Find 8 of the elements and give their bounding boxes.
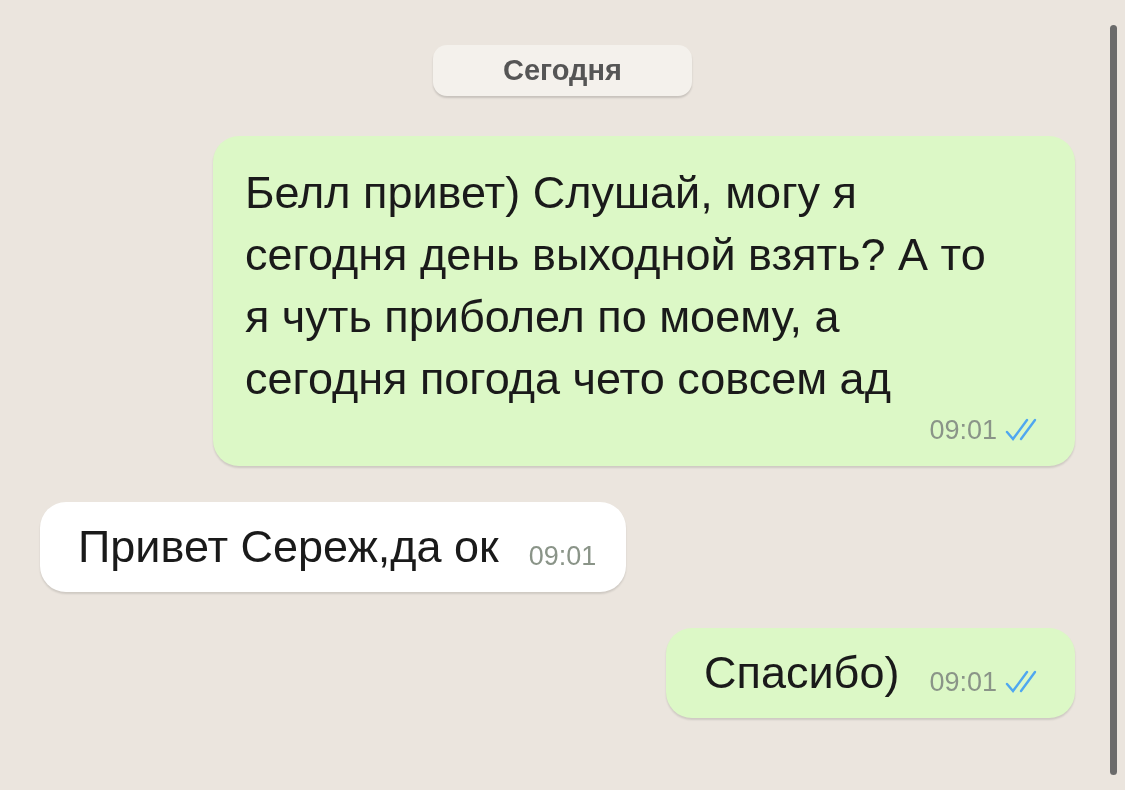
message-time: 09:01 [929,414,997,447]
scrollbar[interactable] [1110,25,1117,775]
message-time: 09:01 [929,666,997,699]
message-text: Спасибо) [704,646,900,700]
message-time: 09:01 [528,540,597,573]
message-text: Белл привет) Слушай, могу я сегодня день выходной взять? А то я чуть приболел по моему, а сегодня погода чето совсем ад [245,166,987,406]
date-separator: Сегодня [433,45,692,96]
message-text: Привет Сереж,да ок [78,520,499,574]
